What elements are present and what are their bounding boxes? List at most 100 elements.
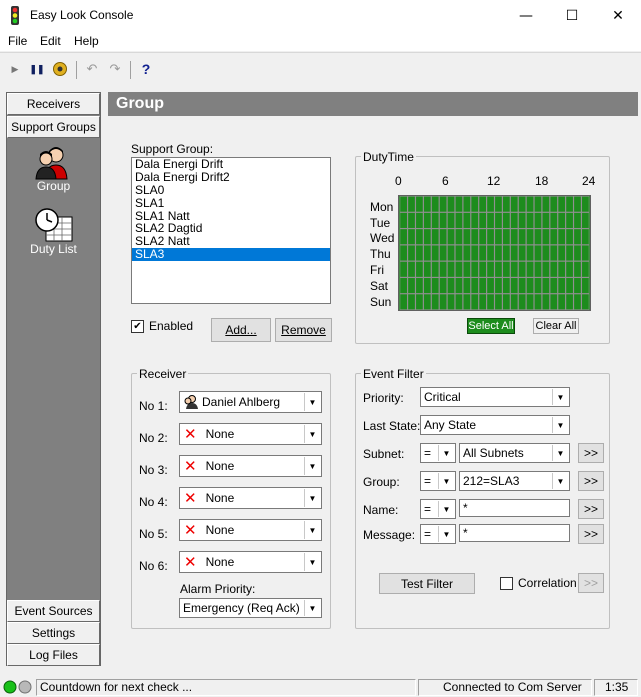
duty-cell[interactable] (534, 294, 542, 310)
duty-cell[interactable] (566, 212, 573, 228)
duty-cell[interactable] (574, 212, 581, 228)
dropdown-arrow-icon[interactable]: ▼ (552, 473, 568, 489)
duty-cell[interactable] (423, 278, 431, 294)
duty-cell[interactable] (479, 229, 487, 245)
subnet-operator-select[interactable]: = ▼ (420, 443, 456, 463)
duty-cell[interactable] (566, 261, 573, 277)
duty-cell[interactable] (479, 278, 487, 294)
list-item[interactable]: Dala Energi Drift2 (132, 170, 330, 184)
duty-cell[interactable] (408, 245, 415, 261)
duty-cell[interactable] (463, 245, 471, 261)
duty-cell[interactable] (510, 261, 518, 277)
duty-cell[interactable] (542, 294, 550, 310)
duty-cell[interactable] (439, 294, 447, 310)
duty-cell[interactable] (566, 229, 573, 245)
redo-icon[interactable]: ↷ (107, 61, 123, 77)
duty-cell[interactable] (423, 229, 431, 245)
duty-cell[interactable] (416, 229, 423, 245)
duty-cell[interactable] (416, 212, 423, 228)
duty-cell[interactable] (455, 294, 463, 310)
duty-cell[interactable] (479, 212, 487, 228)
receiver-no4-select[interactable]: ✕ None ▼ (179, 487, 322, 509)
duty-cell[interactable] (400, 261, 407, 277)
sidebar-log-files-button[interactable]: Log Files (7, 644, 100, 666)
duty-cell[interactable] (479, 196, 487, 212)
duty-cell[interactable] (534, 245, 542, 261)
duty-cell[interactable] (423, 196, 431, 212)
duty-cell[interactable] (439, 229, 447, 245)
dropdown-arrow-icon[interactable]: ▼ (304, 393, 320, 411)
duty-cell[interactable] (455, 245, 463, 261)
dropdown-arrow-icon[interactable]: ▼ (304, 457, 320, 475)
duty-cell[interactable] (510, 229, 518, 245)
dropdown-arrow-icon[interactable]: ▼ (304, 553, 320, 571)
duty-cell[interactable] (447, 196, 455, 212)
duty-cell[interactable] (518, 196, 526, 212)
duty-cell[interactable] (558, 212, 566, 228)
group-browse-button[interactable]: >> (578, 471, 604, 491)
duty-cell[interactable] (463, 294, 471, 310)
duty-cell[interactable] (431, 229, 439, 245)
duty-cell[interactable] (463, 261, 471, 277)
dropdown-arrow-icon[interactable]: ▼ (552, 417, 568, 433)
duty-cell[interactable] (479, 294, 487, 310)
add-button[interactable]: Add... (211, 318, 271, 342)
duty-cell[interactable] (463, 278, 471, 294)
duty-cell[interactable] (471, 196, 479, 212)
duty-cell[interactable] (510, 278, 518, 294)
group-people-icon[interactable] (30, 145, 76, 181)
duty-cell[interactable] (534, 261, 542, 277)
duty-cell[interactable] (423, 245, 431, 261)
duty-cell[interactable] (487, 196, 494, 212)
duty-cell[interactable] (416, 261, 423, 277)
duty-cell[interactable] (471, 261, 479, 277)
duty-cell[interactable] (566, 278, 573, 294)
last-state-select[interactable]: Any State ▼ (420, 415, 570, 435)
dropdown-arrow-icon[interactable]: ▼ (438, 473, 454, 489)
subnet-select[interactable]: All Subnets ▼ (459, 443, 570, 463)
duty-cell[interactable] (550, 294, 558, 310)
duty-cell[interactable] (400, 278, 407, 294)
duty-cell[interactable] (502, 261, 510, 277)
duty-cell[interactable] (400, 294, 407, 310)
duty-cell[interactable] (574, 245, 581, 261)
duty-cell[interactable] (487, 245, 494, 261)
sidebar-support-groups-button[interactable]: Support Groups (7, 116, 100, 138)
duty-cell[interactable] (526, 261, 534, 277)
duty-cell[interactable] (400, 196, 407, 212)
duty-cell[interactable] (479, 261, 487, 277)
duty-cell[interactable] (439, 212, 447, 228)
duty-cell[interactable] (518, 212, 526, 228)
duty-cell[interactable] (566, 196, 573, 212)
duty-cell[interactable] (526, 245, 534, 261)
duty-cell[interactable] (463, 229, 471, 245)
duty-cell[interactable] (495, 261, 502, 277)
duty-cell[interactable] (455, 278, 463, 294)
duty-cell[interactable] (510, 245, 518, 261)
duty-cell[interactable] (542, 229, 550, 245)
receiver-no5-select[interactable]: ✕ None ▼ (179, 519, 322, 541)
enabled-checkbox[interactable]: ✔ (131, 320, 144, 333)
pause-icon[interactable]: ❚❚ (29, 61, 45, 77)
dropdown-arrow-icon[interactable]: ▼ (438, 526, 454, 542)
duty-cell[interactable] (447, 261, 455, 277)
duty-cell[interactable] (558, 245, 566, 261)
duty-cell[interactable] (574, 294, 581, 310)
duty-cell[interactable] (408, 229, 415, 245)
duty-cell[interactable] (518, 294, 526, 310)
duty-cell[interactable] (502, 212, 510, 228)
duty-cell[interactable] (518, 245, 526, 261)
sidebar-receivers-button[interactable]: Receivers (7, 93, 100, 115)
duty-cell[interactable] (526, 196, 534, 212)
sidebar-item-duty-list[interactable]: Duty List (7, 242, 100, 256)
duty-cell[interactable] (526, 229, 534, 245)
duty-cell[interactable] (408, 294, 415, 310)
duty-cell[interactable] (518, 229, 526, 245)
duty-cell[interactable] (471, 278, 479, 294)
dropdown-arrow-icon[interactable]: ▼ (438, 445, 454, 461)
duty-cell[interactable] (431, 196, 439, 212)
list-item[interactable]: SLA0 (132, 183, 330, 197)
duty-cell[interactable] (416, 278, 423, 294)
duty-cell[interactable] (582, 294, 589, 310)
duty-cell[interactable] (487, 229, 494, 245)
